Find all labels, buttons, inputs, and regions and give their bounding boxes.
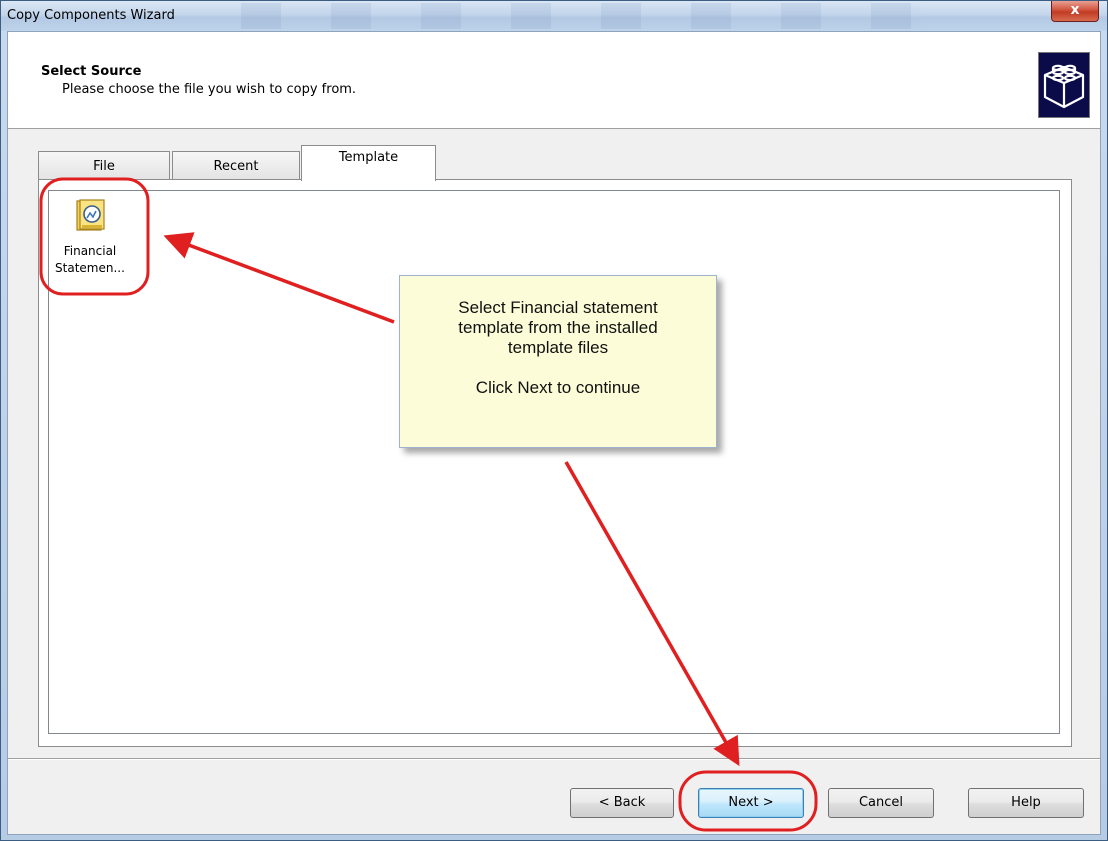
tab-file[interactable]: File [38,151,170,179]
callout-line-2: template from the installed [458,318,658,337]
template-file-list[interactable]: Financial Statemen... [48,190,1060,734]
page-title: Select Source [41,64,142,79]
footer-divider [8,758,1100,760]
template-document-icon [75,199,105,233]
lego-brick-icon [1038,52,1090,118]
list-item-financial-statement[interactable]: Financial Statemen... [53,195,127,291]
window-title: Copy Components Wizard [7,8,175,23]
wizard-header: Select Source Please choose the file you… [8,32,1100,129]
close-button[interactable]: x [1051,1,1099,22]
callout-line-4: Click Next to continue [475,378,641,397]
instruction-callout: Select Financial statement template from… [399,275,717,448]
title-bar[interactable]: Copy Components Wizard x [1,1,1107,31]
page-subtitle: Please choose the file you wish to copy … [62,82,357,97]
template-tab-panel: Financial Statemen... [38,179,1072,747]
tab-recent[interactable]: Recent [172,151,300,179]
source-tabs: File Recent Template [38,145,458,181]
next-button[interactable]: Next > [698,788,804,818]
callout-line-3: template files [507,338,609,357]
callout-spacer [400,358,716,378]
back-button[interactable]: < Back [570,788,674,818]
callout-line-1: Select Financial statement [458,298,658,317]
help-button[interactable]: Help [968,788,1084,818]
title-bar-glass [241,3,921,29]
tab-template[interactable]: Template [301,145,436,181]
cancel-button[interactable]: Cancel [828,788,934,818]
file-label: Financial Statemen... [53,243,127,277]
close-icon: x [1070,2,1080,18]
file-label-line1: Financial [63,244,117,258]
file-label-line2: Statemen... [55,261,125,275]
